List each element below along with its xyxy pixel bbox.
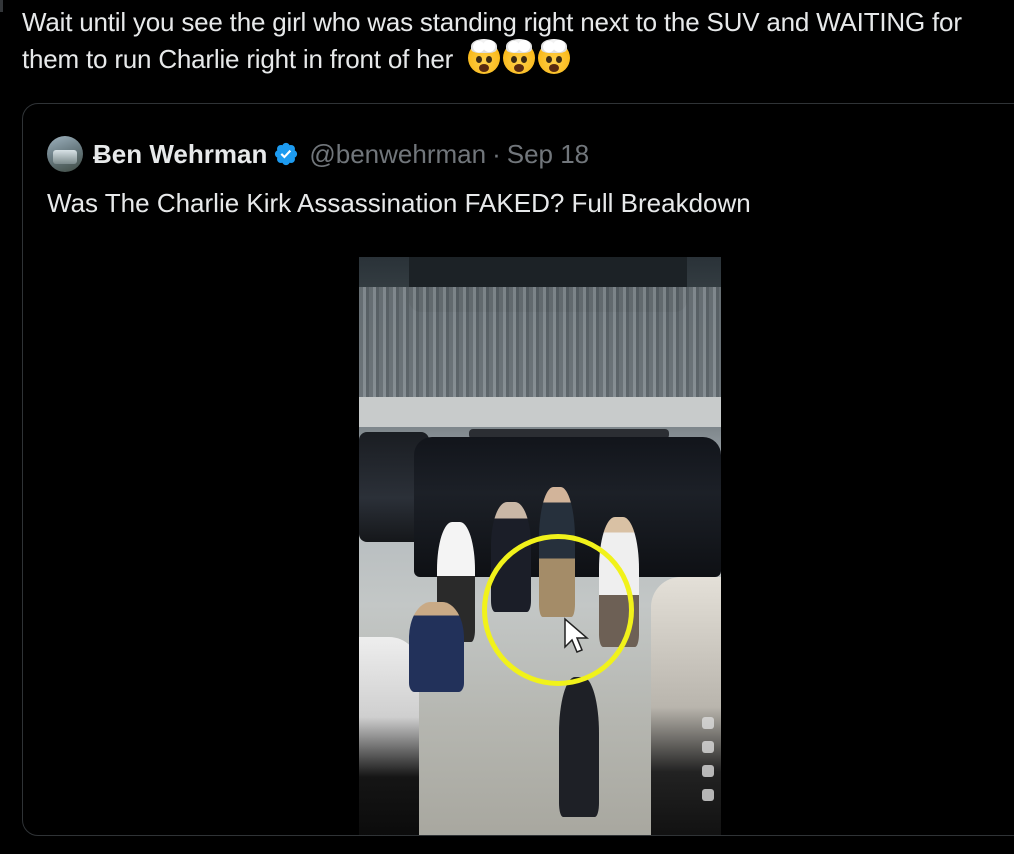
tweet-body: Wait until you see the girl who was stan… xyxy=(22,4,1002,78)
quoted-tweet-header: Ƀen Wehrman @benwehrman · Sep 18 xyxy=(47,136,589,172)
overlay-control-icon xyxy=(702,741,714,753)
tweet-date[interactable]: Sep 18 xyxy=(507,139,589,170)
author-handle[interactable]: @benwehrman xyxy=(309,139,486,170)
thread-connector-line xyxy=(0,0,3,12)
author-avatar[interactable] xyxy=(47,136,83,172)
video-thumbnail[interactable] xyxy=(359,257,721,835)
video-person xyxy=(409,602,464,692)
quoted-tweet-card[interactable]: Ƀen Wehrman @benwehrman · Sep 18 Was The… xyxy=(22,103,1014,836)
overlay-control-icon xyxy=(702,789,714,801)
emoji-group xyxy=(468,39,571,74)
separator-dot: · xyxy=(492,138,501,169)
overlay-control-icon xyxy=(702,765,714,777)
verified-badge-icon xyxy=(275,142,298,166)
quoted-tweet-text: Was The Charlie Kirk Assassination FAKED… xyxy=(47,188,751,218)
video-person xyxy=(559,677,599,817)
exploding-head-emoji-icon xyxy=(503,39,536,74)
video-wall xyxy=(359,397,721,427)
exploding-head-emoji-icon xyxy=(468,39,501,74)
yellow-highlight-circle xyxy=(482,534,634,686)
author-name[interactable]: Ƀen Wehrman xyxy=(93,139,267,170)
mouse-cursor-icon xyxy=(564,617,589,653)
exploding-head-emoji-icon xyxy=(538,39,571,74)
overlay-control-icon xyxy=(702,717,714,729)
video-crowd-stands xyxy=(359,287,721,397)
video-overlay-controls xyxy=(699,717,717,801)
